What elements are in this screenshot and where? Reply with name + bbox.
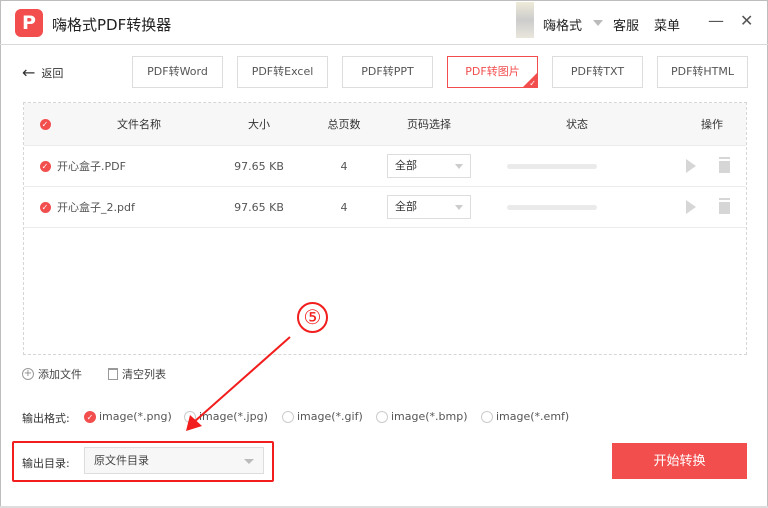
annotation-step-number: ⑤ [297,302,328,333]
check-icon: ✓ [529,79,536,88]
annotation-arrow [186,336,291,431]
